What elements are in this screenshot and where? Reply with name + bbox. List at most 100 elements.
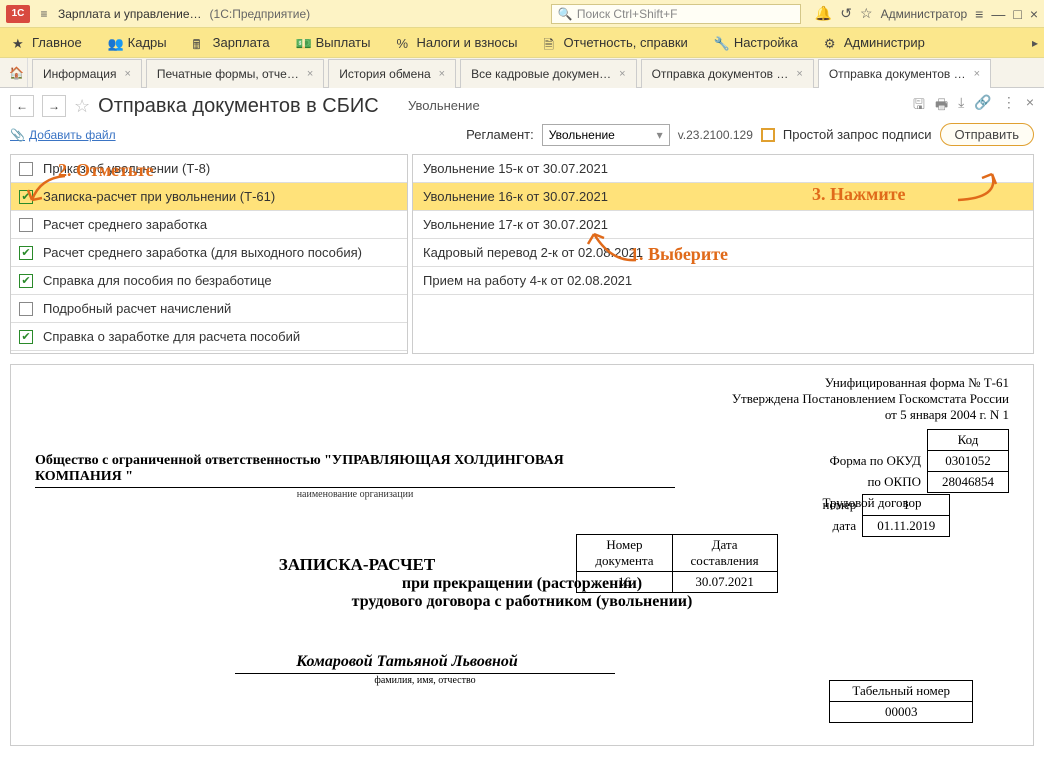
- doc-type-checkbox[interactable]: [19, 162, 33, 176]
- doc-type-checkbox[interactable]: [19, 218, 33, 232]
- doc-type-row[interactable]: Расчет среднего заработка: [11, 211, 407, 239]
- favorite-toggle[interactable]: ☆: [74, 96, 90, 117]
- titlebar: 1C ≡ Зарплата и управление… (1С:Предприя…: [0, 0, 1044, 28]
- menu-more-icon[interactable]: ▸: [1032, 36, 1038, 50]
- bell-icon[interactable]: 🔔: [815, 5, 832, 22]
- form-title: Отправка документов в СБИС: [98, 95, 379, 118]
- history-icon[interactable]: ↺: [840, 5, 852, 22]
- doc-type-label: Записка-расчет при увольнении (Т-61): [43, 189, 275, 204]
- doc-type-row[interactable]: ✔Справка о заработке для расчета пособий: [11, 323, 407, 351]
- pv-approval-date: от 5 января 2004 г. N 1: [35, 407, 1009, 423]
- tab-close-icon[interactable]: ×: [974, 68, 980, 80]
- pv-codes-table: Код Форма по ОКУД0301052 по ОКПО28046854…: [809, 429, 1010, 537]
- simple-sign-checkbox[interactable]: [761, 128, 775, 142]
- pv-organization-sub: наименование организации: [35, 487, 675, 500]
- doc-type-checkbox[interactable]: ✔: [19, 246, 33, 260]
- close-form-icon[interactable]: ×: [1026, 94, 1034, 118]
- document-preview: Унифицированная форма № Т-61 Утверждена …: [10, 364, 1034, 746]
- menu-payments[interactable]: 💵Выплаты: [290, 31, 377, 54]
- user-label[interactable]: Администратор: [881, 7, 968, 21]
- chevron-down-icon: ▾: [657, 128, 663, 142]
- tab-print-forms[interactable]: Печатные формы, отче…×: [146, 59, 324, 88]
- pv-tabel-table: Табельный номер 00003: [829, 680, 973, 723]
- doc-type-label: Справка для пособия по безработице: [43, 273, 272, 288]
- tab-close-icon[interactable]: ×: [619, 68, 625, 80]
- reglament-select[interactable]: Увольнение ▾: [542, 124, 670, 146]
- app-name: Зарплата и управление…: [58, 7, 202, 21]
- doc-type-checkbox[interactable]: ✔: [19, 190, 33, 204]
- doc-type-checkbox[interactable]: ✔: [19, 330, 33, 344]
- tab-close-icon[interactable]: ×: [439, 68, 445, 80]
- pv-approval: Утверждена Постановлением Госкомстата Ро…: [35, 391, 1009, 407]
- pv-organization: Общество с ограниченной ответственностью…: [35, 453, 585, 485]
- documents-panel: Увольнение 15-к от 30.07.2021Увольнение …: [412, 154, 1034, 354]
- tab-exchange-history[interactable]: История обмена×: [328, 59, 456, 88]
- doc-type-label: Расчет среднего заработка: [43, 217, 207, 232]
- search-placeholder: Поиск Ctrl+Shift+F: [577, 7, 678, 21]
- doc-type-row[interactable]: ✔ Расчет среднего заработка (для выходног…: [11, 239, 407, 267]
- link-icon[interactable]: 🔗: [974, 94, 991, 118]
- money-icon: 💵: [296, 36, 310, 50]
- save-icon[interactable]: 🖫: [913, 94, 925, 118]
- home-tab[interactable]: 🏠: [6, 58, 28, 87]
- document-row[interactable]: Прием на работу 4-к от 02.08.2021: [413, 267, 1033, 295]
- menu-reports[interactable]: 🗎Отчетность, справки: [538, 31, 694, 54]
- doc-type-checkbox[interactable]: ✔: [19, 274, 33, 288]
- close-icon[interactable]: ×: [1030, 6, 1038, 22]
- document-row[interactable]: Кадровый перевод 2-к от 02.08.2021: [413, 239, 1033, 267]
- version-label: v.23.2100.129: [678, 128, 753, 142]
- search-icon: 🔍: [558, 7, 573, 21]
- export-icon[interactable]: ⤓: [958, 94, 964, 118]
- tab-info[interactable]: Информация×: [32, 59, 142, 88]
- wrench-icon: 🔧: [714, 36, 728, 50]
- menu-admin[interactable]: ⚙Администрир: [818, 31, 931, 54]
- app-subtitle: (1С:Предприятие): [210, 7, 311, 21]
- menu-main[interactable]: ★Главное: [6, 31, 88, 54]
- calculator-icon: 🖩: [193, 36, 207, 50]
- menu-icon[interactable]: ≡: [36, 6, 52, 22]
- print-icon[interactable]: 🖶: [935, 94, 948, 118]
- main-menu: ★Главное 👥Кадры 🖩Зарплата 💵Выплаты %Нало…: [0, 28, 1044, 58]
- doc-type-row[interactable]: ✔ Записка-расчет при увольнении (Т-61): [11, 183, 407, 211]
- document-row[interactable]: Увольнение 15-к от 30.07.2021: [413, 155, 1033, 183]
- more-icon[interactable]: ⋮: [1002, 94, 1016, 118]
- gear-icon: ⚙: [824, 36, 838, 50]
- doc-type-row[interactable]: Приказ об увольнении (Т-8): [11, 155, 407, 183]
- pv-form-no: Унифицированная форма № Т-61: [35, 375, 1009, 391]
- panels: Приказ об увольнении (Т-8) ✔ Записка-расче…: [0, 150, 1044, 358]
- tab-close-icon[interactable]: ×: [124, 68, 130, 80]
- tab-close-icon[interactable]: ×: [307, 68, 313, 80]
- menu-settings[interactable]: 🔧Настройка: [708, 31, 804, 54]
- app-logo: 1C: [6, 5, 30, 23]
- tab-send-docs-2[interactable]: Отправка документов …×: [818, 59, 991, 88]
- send-button[interactable]: Отправить: [940, 123, 1034, 146]
- doc-type-checkbox[interactable]: [19, 302, 33, 316]
- menu-taxes[interactable]: %Налоги и взносы: [390, 31, 523, 54]
- reglament-label: Регламент:: [466, 127, 534, 142]
- tab-send-docs-1[interactable]: Отправка документов …×: [641, 59, 814, 88]
- star-icon[interactable]: ☆: [860, 5, 873, 22]
- minimize-icon[interactable]: —: [991, 6, 1005, 22]
- percent-icon: %: [396, 36, 410, 50]
- people-icon: 👥: [108, 36, 122, 50]
- add-file-link[interactable]: 📎 Добавить файл: [10, 128, 116, 142]
- doc-type-label: Расчет среднего заработка (для выходного…: [43, 245, 362, 260]
- nav-back-button[interactable]: ←: [10, 95, 34, 117]
- doc-type-row[interactable]: Подробный расчет начислений: [11, 295, 407, 323]
- pv-employee: Комаровой Татьяной Львовной: [35, 653, 779, 671]
- global-search[interactable]: 🔍 Поиск Ctrl+Shift+F: [551, 4, 801, 24]
- window-options-icon[interactable]: ≡: [975, 6, 983, 22]
- document-types-panel: Приказ об увольнении (Т-8) ✔ Записка-расче…: [10, 154, 408, 354]
- tab-hr-docs[interactable]: Все кадровые докумен…×: [460, 59, 636, 88]
- document-tabs: 🏠 Информация× Печатные формы, отче…× Ист…: [0, 58, 1044, 88]
- tab-close-icon[interactable]: ×: [796, 68, 802, 80]
- document-row[interactable]: Увольнение 17-к от 30.07.2021: [413, 211, 1033, 239]
- maximize-icon[interactable]: □: [1013, 6, 1021, 22]
- document-row[interactable]: Увольнение 16-к от 30.07.2021: [413, 183, 1033, 211]
- doc-type-row[interactable]: ✔ Справка для пособия по безработице: [11, 267, 407, 295]
- menu-salary[interactable]: 🖩Зарплата: [187, 31, 276, 54]
- menu-hr[interactable]: 👥Кадры: [102, 31, 173, 54]
- form-toolbar: 📎 Добавить файл Регламент: Увольнение ▾ …: [0, 119, 1044, 150]
- paperclip-icon: 📎: [10, 128, 25, 142]
- nav-forward-button[interactable]: →: [42, 95, 66, 117]
